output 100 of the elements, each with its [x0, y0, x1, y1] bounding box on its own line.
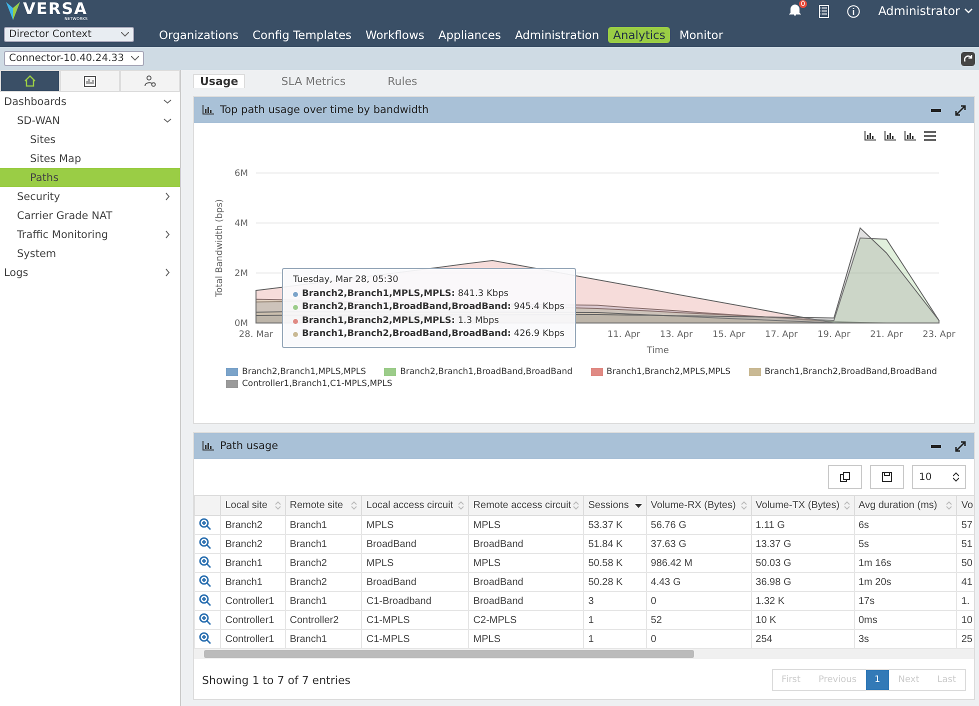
chevron-down-icon[interactable] — [964, 8, 973, 14]
context-select[interactable]: Director Context — [4, 27, 134, 42]
y-tick-label: 0M — [234, 319, 248, 329]
tooltip-line: Branch1,Branch2,BroadBand,BroadBand: 426.9 Kbps — [302, 328, 564, 341]
nav-item[interactable]: Appliances — [433, 26, 506, 42]
minimize-icon[interactable] — [931, 108, 941, 112]
sidebar-item[interactable]: Traffic Monitoring — [0, 225, 180, 244]
column-header[interactable]: Remote access circuit — [468, 496, 584, 516]
table-cell: C1-Broadband — [362, 592, 469, 610]
legend-item[interactable]: Branch1,Branch2,BroadBand,BroadBand — [748, 367, 937, 377]
save-button[interactable] — [870, 465, 904, 489]
minimize-icon[interactable] — [931, 444, 941, 448]
sidebar-item[interactable]: System — [0, 244, 180, 263]
copy-icon — [840, 472, 850, 482]
refresh-button[interactable] — [961, 52, 975, 66]
sidebar-tab[interactable] — [0, 70, 60, 92]
nav-item[interactable]: Organizations — [154, 26, 244, 42]
table-cell: 37.63 G — [646, 534, 752, 554]
user-menu[interactable]: Administrator — [878, 4, 960, 18]
x-tick-label: 21. Apr — [870, 330, 903, 340]
document-icon[interactable] — [819, 4, 830, 18]
expand-icon[interactable] — [955, 440, 966, 452]
zoom-in-icon[interactable] — [199, 556, 211, 568]
table-cell: 36.98 G — [751, 572, 854, 592]
info-icon[interactable] — [847, 4, 860, 18]
sidebar-tab[interactable] — [60, 70, 120, 92]
table-cell: 51.84 K — [584, 534, 646, 554]
column-header[interactable]: Avg duration (ms) — [854, 496, 957, 516]
refresh-icon — [963, 54, 973, 64]
legend-item[interactable]: Branch2,Branch1,BroadBand,BroadBand — [384, 367, 572, 377]
y-tick-label: 4M — [234, 219, 248, 229]
table-cell: Controller1 — [220, 610, 286, 630]
table-cell: 1m 16s — [854, 554, 957, 572]
table-cell: 53.37 K — [584, 516, 646, 534]
bell-icon[interactable] — [789, 3, 802, 16]
sidebar-item[interactable]: Sites Map — [0, 149, 180, 168]
zoom-in-icon[interactable] — [199, 536, 211, 548]
page-size-select[interactable]: 10 — [912, 465, 966, 489]
chevron-right-icon — [163, 268, 172, 277]
content-tab[interactable]: Usage — [193, 74, 246, 88]
x-tick-label: 23. Apr — [922, 330, 956, 340]
sidebar-item[interactable]: Sites — [0, 130, 180, 149]
sidebar-tab[interactable] — [120, 70, 180, 92]
column-header[interactable]: Local access circuit — [362, 496, 469, 516]
table-cell: BroadBand — [362, 534, 469, 554]
table-cell: 56.76 G — [646, 516, 752, 534]
sidebar-item[interactable]: Carrier Grade NAT — [0, 206, 180, 225]
zoom-in-icon[interactable] — [199, 574, 211, 586]
content-tab[interactable]: Rules — [382, 75, 424, 88]
zoom-in-icon[interactable] — [199, 594, 211, 606]
table-cell: 50.28 K — [584, 572, 646, 592]
expand-icon[interactable] — [955, 104, 966, 116]
sidebar-item[interactable]: Logs — [0, 263, 180, 282]
legend-item[interactable]: Controller1,Branch1,C1-MPLS,MPLS — [226, 379, 392, 389]
legend-item[interactable]: Branch1,Branch2,MPLS,MPLS — [590, 367, 731, 377]
horizontal-scrollbar[interactable] — [194, 649, 974, 659]
sidebar-item[interactable]: Paths — [0, 168, 180, 187]
zoom-in-icon[interactable] — [199, 518, 211, 530]
table-cell: 0 — [646, 592, 752, 610]
table-cell: Branch1 — [285, 592, 362, 610]
table-cell: Controller2 — [285, 610, 362, 630]
table-cell: MPLS — [468, 516, 584, 534]
column-header[interactable]: Sessions — [584, 496, 646, 516]
nav-item[interactable]: Monitor — [674, 26, 728, 42]
table-cell: BroadBand — [468, 592, 584, 610]
content-tab[interactable]: SLA Metrics — [275, 75, 352, 88]
table-cell: BroadBand — [362, 572, 469, 592]
table-cell: 4.43 G — [646, 572, 752, 592]
legend-item[interactable]: Branch2,Branch1,MPLS,MPLS — [226, 367, 366, 377]
bar-chart-icon — [202, 441, 214, 451]
sidebar-item[interactable]: SD-WAN — [0, 111, 180, 130]
zoom-in-icon[interactable] — [199, 612, 211, 624]
table-cell: Branch2 — [285, 572, 362, 592]
table-cell: MPLS — [362, 554, 469, 572]
copy-button[interactable] — [828, 465, 862, 489]
nav-item[interactable]: Administration — [510, 26, 604, 42]
column-header[interactable]: Local site — [220, 496, 286, 516]
chevron-down-icon — [163, 97, 172, 106]
table-cell: Branch1 — [285, 516, 362, 534]
nav-item[interactable]: Analytics — [608, 26, 670, 42]
column-header[interactable]: Volume-TX (Bytes) — [751, 496, 854, 516]
nav-item[interactable]: Workflows — [360, 26, 430, 42]
menu-icon[interactable] — [924, 131, 936, 141]
pagination-button[interactable]: 1 — [866, 670, 890, 690]
tooltip-line: Branch1,Branch2,MPLS,MPLS: 1.3 Mbps — [302, 314, 499, 328]
panel-title: Top path usage over time by bandwidth — [220, 104, 429, 116]
column-header[interactable]: Volume-RX (Bytes) — [646, 496, 752, 516]
zoom-in-icon[interactable] — [199, 632, 211, 644]
column-header[interactable]: Remote site — [285, 496, 362, 516]
connector-select[interactable]: Connector-10.40.24.33 — [4, 51, 144, 66]
y-tick-label: 2M — [234, 269, 248, 279]
sidebar-item[interactable]: Dashboards — [0, 92, 180, 111]
sidebar-item[interactable]: Security — [0, 187, 180, 206]
table-cell: 17s — [854, 592, 957, 610]
home-icon — [24, 75, 36, 87]
column-header[interactable]: Vo — [956, 496, 974, 516]
x-tick-label: 17. Apr — [765, 330, 798, 340]
table-cell: 5s — [854, 534, 957, 554]
nav-item[interactable]: Config Templates — [248, 26, 357, 42]
bar-chart-icon — [202, 105, 214, 115]
